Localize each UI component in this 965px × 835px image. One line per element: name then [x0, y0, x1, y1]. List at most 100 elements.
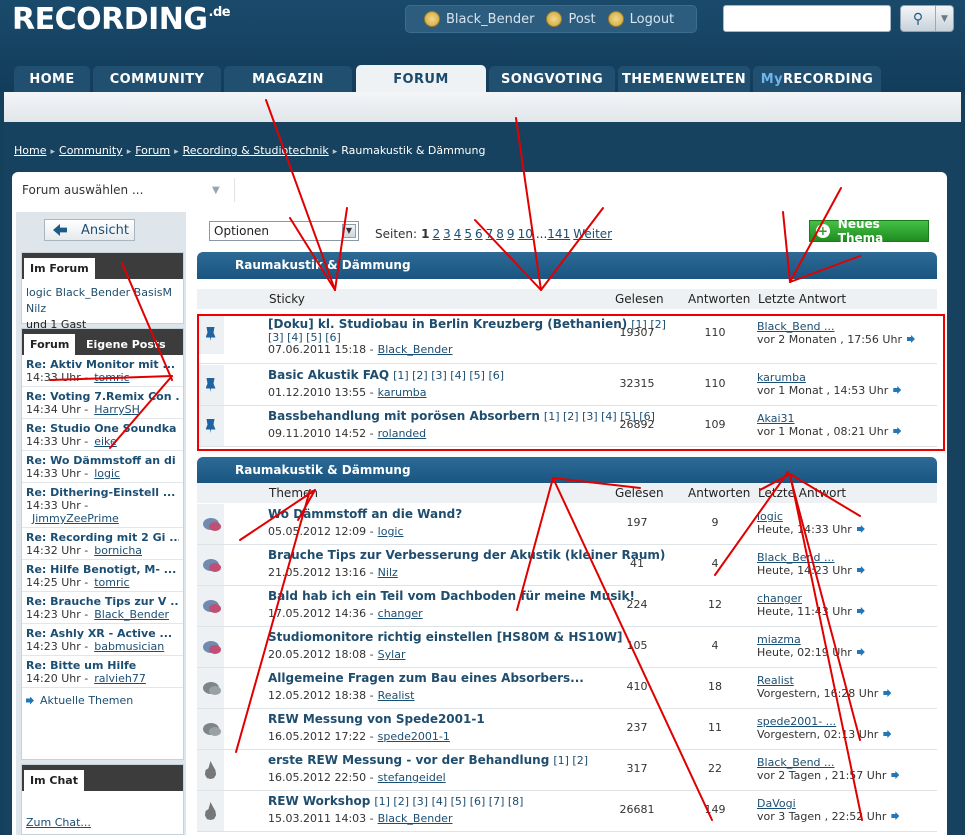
thread-author-link[interactable]: spede2001-1: [378, 730, 450, 743]
post-user-link[interactable]: Black_Bender: [94, 608, 169, 621]
col-antworten[interactable]: Antworten: [688, 292, 750, 306]
go-to-last-post-icon[interactable]: [891, 812, 900, 820]
thread-title-link[interactable]: REW Messung von Spede2001-1: [268, 712, 485, 726]
post-title-link[interactable]: Re: Brauche Tips zur V ...: [26, 595, 179, 608]
page-link[interactable]: 3: [443, 227, 451, 241]
post-title-link[interactable]: Re: Bitte um Hilfe: [26, 659, 179, 672]
thread-author-link[interactable]: changer: [378, 607, 423, 620]
post-user-link[interactable]: babmusician: [94, 640, 164, 653]
user-link[interactable]: Black_Bender: [424, 11, 534, 27]
thread-author-link[interactable]: Nilz: [378, 566, 398, 579]
thread-title-link[interactable]: Wo Dämmstoff an die Wand?: [268, 507, 462, 521]
post-title-link[interactable]: Re: Studio One Soundka ...: [26, 422, 179, 435]
thread-author-link[interactable]: logic: [378, 525, 404, 538]
page-link-last[interactable]: 141: [547, 227, 570, 241]
aktuelle-themen-link[interactable]: Aktuelle Themen: [22, 688, 183, 713]
thread-title-link[interactable]: erste REW Messung - vor der Behandlung: [268, 753, 549, 767]
col-antworten[interactable]: Antworten: [688, 486, 750, 500]
next-page-link[interactable]: Weiter: [573, 227, 612, 241]
tab-home[interactable]: HOME: [14, 66, 90, 92]
tab-myrecording[interactable]: My RECORDING: [753, 66, 881, 92]
page-link[interactable]: 5: [464, 227, 472, 241]
last-reply-user-link[interactable]: changer: [757, 592, 802, 605]
go-to-last-post-icon[interactable]: [856, 648, 865, 656]
post-user-link[interactable]: bornicha: [94, 544, 142, 557]
page-link[interactable]: 4: [454, 227, 462, 241]
last-reply-user-link[interactable]: logic: [757, 510, 783, 523]
ansicht-button[interactable]: Ansicht: [44, 219, 135, 241]
go-to-last-post-icon[interactable]: [856, 607, 865, 615]
thread-title-link[interactable]: Studiomonitore richtig einstellen [HS80M…: [268, 630, 622, 644]
last-reply-user-link[interactable]: DaVogi: [757, 797, 796, 810]
col-gelesen[interactable]: Gelesen: [615, 292, 664, 306]
breadcrumb-recording-studiotechnik[interactable]: Recording & Studiotechnik: [183, 144, 329, 157]
post-title-link[interactable]: Re: Hilfe Benotigt, M- ...: [26, 563, 179, 576]
breadcrumb-forum[interactable]: Forum: [135, 144, 170, 157]
forum-select[interactable]: Forum auswählen ...: [22, 183, 143, 197]
tab-forum-posts[interactable]: Forum: [24, 334, 76, 355]
thread-title-link[interactable]: Bald hab ich ein Teil vom Dachboden für …: [268, 589, 635, 603]
post-user-link[interactable]: JimmyZeePrime: [32, 512, 119, 525]
last-reply-user-link[interactable]: spede2001- ...: [757, 715, 836, 728]
col-letzte-antwort[interactable]: Letzte Antwort: [758, 292, 846, 306]
post-title-link[interactable]: Re: Aktiv Monitor mit ...: [26, 358, 179, 371]
post-user-link[interactable]: eike: [94, 435, 117, 448]
post-user-link[interactable]: tomric: [94, 576, 129, 589]
tab-songvoting[interactable]: SONGVOTING: [489, 66, 615, 92]
tab-im-forum[interactable]: Im Forum: [24, 258, 95, 279]
chevron-down-icon[interactable]: ▼: [935, 6, 953, 31]
page-link[interactable]: 7: [486, 227, 494, 241]
page-link[interactable]: 9: [507, 227, 515, 241]
col-gelesen[interactable]: Gelesen: [615, 486, 664, 500]
tab-im-chat[interactable]: Im Chat: [24, 770, 84, 791]
post-user-link[interactable]: tomric: [94, 371, 129, 384]
go-to-last-post-icon[interactable]: [856, 566, 865, 574]
page-link[interactable]: 2: [432, 227, 440, 241]
page-link[interactable]: 8: [496, 227, 504, 241]
search-button[interactable]: ⚲ ▼: [900, 5, 954, 32]
thread-page-links[interactable]: [1] [2] [3] [4] [5] [6] [7] [8]: [374, 795, 523, 808]
thread-title-link[interactable]: REW Workshop: [268, 794, 370, 808]
options-select[interactable]: Optionen ▼: [209, 221, 359, 241]
go-to-last-post-icon[interactable]: [856, 525, 865, 533]
post-title-link[interactable]: Re: Dithering-Einstell ...: [26, 486, 179, 499]
tab-eigene-posts[interactable]: Eigene Posts: [80, 334, 172, 355]
post-link[interactable]: Post: [546, 11, 596, 27]
tab-community[interactable]: COMMUNITY: [93, 66, 221, 92]
tab-forum[interactable]: FORUM: [356, 65, 486, 93]
online-user-list[interactable]: logic Black_Bender BasisM Nilz: [26, 285, 179, 317]
chevron-down-icon[interactable]: ▼: [212, 185, 220, 196]
breadcrumb-community[interactable]: Community: [59, 144, 123, 157]
thread-author-link[interactable]: Realist: [378, 689, 415, 702]
post-title-link[interactable]: Re: Ashly XR - Active ...: [26, 627, 179, 640]
post-title-link[interactable]: Re: Recording mit 2 Gi ...: [26, 531, 179, 544]
new-thread-button[interactable]: + Neues Thema: [809, 217, 929, 245]
tab-magazin[interactable]: MAGAZIN: [224, 66, 352, 92]
logout-link[interactable]: Logout: [607, 11, 674, 27]
post-user-link[interactable]: logic: [94, 467, 120, 480]
post-title-link[interactable]: Re: Voting 7.Remix Con ...: [26, 390, 179, 403]
breadcrumb-home[interactable]: Home: [14, 144, 46, 157]
post-user-link[interactable]: HarrySH: [94, 403, 140, 416]
thread-title-link[interactable]: Allgemeine Fragen zum Bau eines Absorber…: [268, 671, 584, 685]
go-to-last-post-icon[interactable]: [883, 730, 892, 738]
post-user-link[interactable]: ralvieh77: [94, 672, 146, 685]
page-link[interactable]: 6: [475, 227, 483, 241]
col-letzte-antwort[interactable]: Letzte Antwort: [758, 486, 846, 500]
thread-author-link[interactable]: stefangeidel: [378, 771, 446, 784]
thread-author-link[interactable]: Black_Bender: [378, 812, 453, 825]
thread-author-link[interactable]: Sylar: [378, 648, 406, 661]
go-to-last-post-icon[interactable]: [891, 771, 900, 779]
col-themen[interactable]: Themen: [269, 486, 318, 500]
site-logo[interactable]: RECORDING.de: [12, 2, 231, 37]
go-to-last-post-icon[interactable]: [883, 689, 892, 697]
zum-chat-link[interactable]: Zum Chat...: [26, 816, 91, 829]
page-link[interactable]: 10: [518, 227, 533, 241]
tab-themenwelten[interactable]: THEMENWELTEN: [618, 66, 750, 92]
last-reply-user-link[interactable]: Black_Bend ...: [757, 551, 835, 564]
thread-page-links[interactable]: [1] [2]: [553, 754, 588, 767]
post-title-link[interactable]: Re: Wo Dämmstoff an di ...: [26, 454, 179, 467]
last-reply-user-link[interactable]: Realist: [757, 674, 794, 687]
last-reply-user-link[interactable]: Black_Bend ...: [757, 756, 835, 769]
last-reply-user-link[interactable]: miazma: [757, 633, 801, 646]
